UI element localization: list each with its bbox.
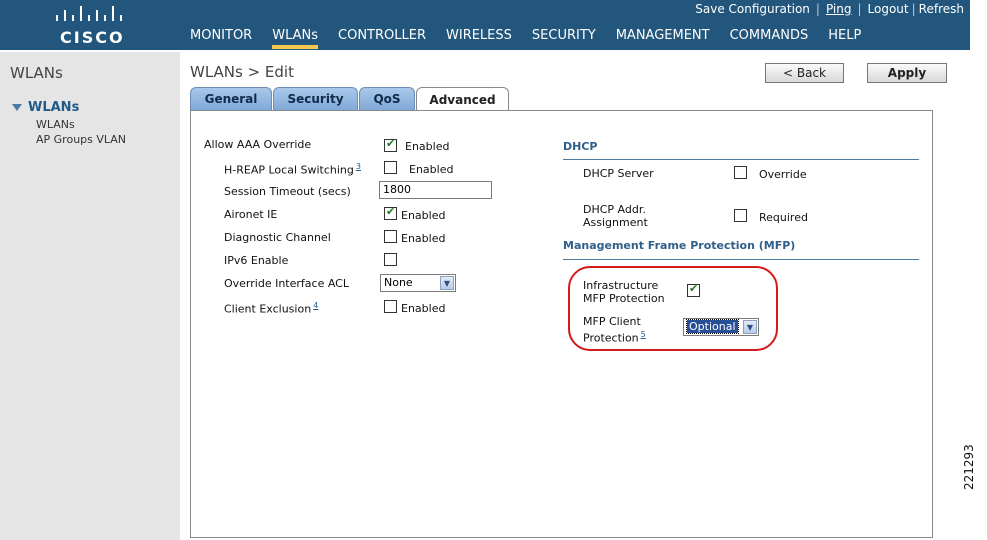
sidebar: WLANs WLANs WLANs AP Groups VLAN <box>0 52 180 540</box>
footnote-5-link[interactable]: 5 <box>641 330 646 339</box>
cisco-logo: CISCO <box>52 6 125 47</box>
refresh-link[interactable]: Refresh <box>919 2 964 16</box>
dhcp-heading: DHCP <box>563 140 598 153</box>
client-exclusion-label: Client Exclusion 4 <box>224 301 319 316</box>
mfp-client-protection-select[interactable]: Optional ▼ <box>683 318 759 336</box>
dhcp-addr-required-checkbox[interactable] <box>734 209 747 222</box>
top-header: CISCO Save Configuration | Ping | Logout | Ref… <box>0 0 970 50</box>
allow-aaa-override-checkbox[interactable] <box>384 137 397 152</box>
dhcp-addr-required-text: Required <box>759 211 808 224</box>
mfp-heading: Management Frame Protection (MFP) <box>563 239 796 252</box>
aironet-ie-label: Aironet IE <box>224 208 278 221</box>
ipv6-enable-label: IPv6 Enable <box>224 254 289 267</box>
client-exclusion-checkbox[interactable] <box>384 300 397 313</box>
sidebar-item-ap-groups-vlan[interactable]: AP Groups VLAN <box>36 133 126 146</box>
nav-help[interactable]: HELP <box>828 28 861 49</box>
hreap-local-switching-checkbox[interactable] <box>384 161 397 174</box>
allow-aaa-override-text: Enabled <box>405 140 450 153</box>
sidebar-section-wlans[interactable]: WLANs <box>12 100 79 115</box>
logo-text: CISCO <box>60 28 125 47</box>
expand-triangle-icon <box>12 104 22 111</box>
dhcp-server-override-text: Override <box>759 168 807 181</box>
diagnostic-channel-text: Enabled <box>401 232 446 245</box>
dhcp-server-label: DHCP Server <box>583 167 654 180</box>
mfp-client-protection-value: Optional <box>686 319 739 334</box>
nav-management[interactable]: MANAGEMENT <box>616 28 710 49</box>
nav-monitor[interactable]: MONITOR <box>190 28 252 49</box>
mfp-divider <box>563 259 919 260</box>
apply-button[interactable]: Apply <box>867 63 947 83</box>
nav-security[interactable]: SECURITY <box>532 28 596 49</box>
diagnostic-channel-label: Diagnostic Channel <box>224 231 331 244</box>
aironet-ie-text: Enabled <box>401 209 446 222</box>
logout-link[interactable]: Logout <box>868 2 909 16</box>
client-exclusion-text: Enabled <box>401 302 446 315</box>
sidebar-title: WLANs <box>10 64 63 82</box>
page-title: WLANs > Edit <box>190 63 294 81</box>
dhcp-server-override-checkbox[interactable] <box>734 166 747 179</box>
override-interface-acl-value: None <box>384 276 413 289</box>
tab-security[interactable]: Security <box>273 87 358 110</box>
tab-bar: General Security QoS Advanced <box>190 87 510 111</box>
aironet-ie-checkbox[interactable] <box>384 205 397 220</box>
chevron-down-icon: ▼ <box>743 320 757 334</box>
infrastructure-mfp-label: Infrastructure MFP Protection <box>583 279 665 305</box>
tab-advanced[interactable]: Advanced <box>416 87 509 111</box>
override-interface-acl-label: Override Interface ACL <box>224 277 349 290</box>
sidebar-section-label: WLANs <box>28 100 80 115</box>
ipv6-enable-checkbox[interactable] <box>384 253 397 266</box>
dhcp-divider <box>563 159 919 160</box>
sidebar-item-wlans[interactable]: WLANs <box>36 118 75 131</box>
infrastructure-mfp-checkbox[interactable] <box>687 282 700 297</box>
nav-wireless[interactable]: WIRELESS <box>446 28 512 49</box>
ping-link[interactable]: Ping <box>826 2 852 16</box>
footnote-3-link[interactable]: 3 <box>356 162 361 171</box>
session-timeout-label: Session Timeout (secs) <box>224 185 351 198</box>
utility-links: Save Configuration | Ping | Logout | Refresh <box>695 2 964 16</box>
main-nav: MONITOR WLANs CONTROLLER WIRELESS SECURI… <box>190 28 881 49</box>
nav-commands[interactable]: COMMANDS <box>730 28 809 49</box>
tab-general[interactable]: General <box>190 87 272 110</box>
hreap-local-switching-text: Enabled <box>409 163 454 176</box>
footnote-4-link[interactable]: 4 <box>313 301 318 310</box>
session-timeout-input[interactable]: 1800 <box>379 181 492 199</box>
nav-wlans[interactable]: WLANs <box>272 28 319 49</box>
chevron-down-icon: ▼ <box>440 276 454 290</box>
allow-aaa-override-label: Allow AAA Override <box>204 138 312 151</box>
figure-code: 221293 <box>962 444 976 490</box>
override-interface-acl-select[interactable]: None ▼ <box>380 274 456 292</box>
hreap-local-switching-label: H-REAP Local Switching 3 <box>224 162 361 177</box>
nav-controller[interactable]: CONTROLLER <box>338 28 426 49</box>
tab-qos[interactable]: QoS <box>359 87 415 110</box>
back-button[interactable]: < Back <box>765 63 844 83</box>
cisco-bars-icon <box>56 6 122 21</box>
dhcp-addr-assignment-label: DHCP Addr. Assignment <box>583 203 648 229</box>
mfp-client-protection-label: MFP Client Protection 5 <box>583 315 646 345</box>
save-configuration-link[interactable]: Save Configuration <box>695 2 810 16</box>
diagnostic-channel-checkbox[interactable] <box>384 230 397 243</box>
